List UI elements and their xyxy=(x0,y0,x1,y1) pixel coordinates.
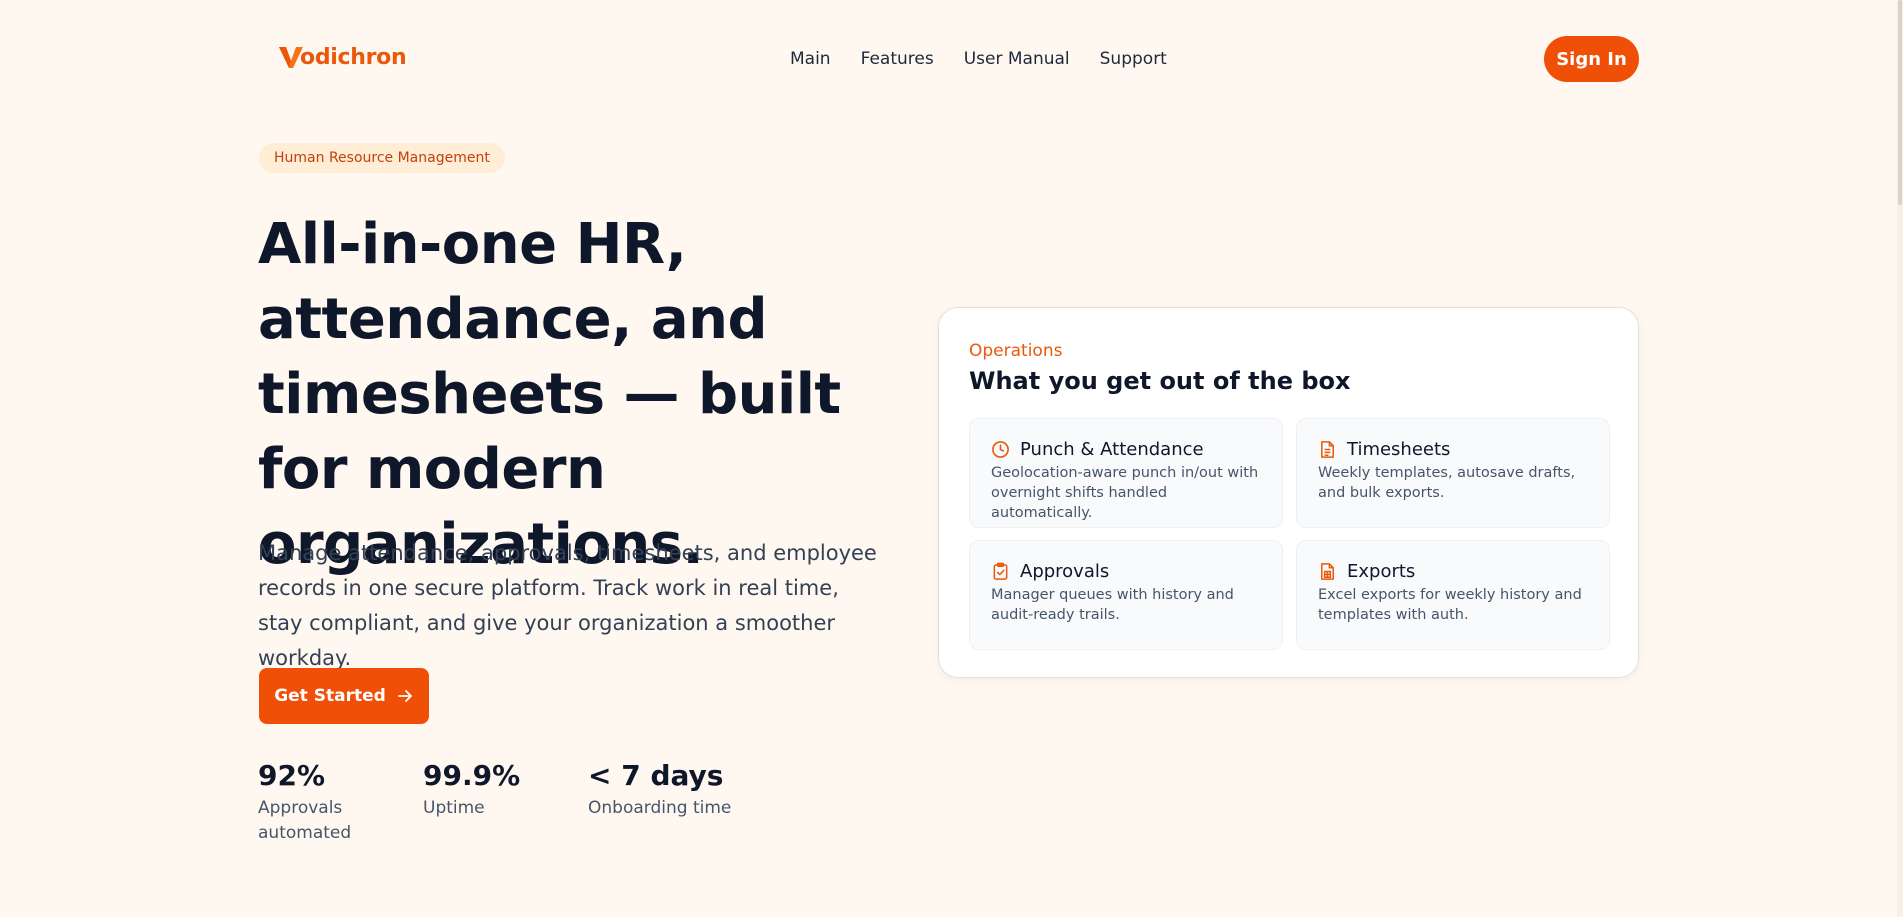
feature-description: Weekly templates, autosave drafts, and b… xyxy=(1318,465,1576,501)
feature-description: Manager queues with history and audit-re… xyxy=(991,587,1234,623)
brand-name: odichron xyxy=(300,44,407,70)
top-nav: Main Features User Manual Support xyxy=(790,49,1167,69)
stat-label: Uptime xyxy=(423,798,485,818)
landing-page: odichron Main Features User Manual Suppo… xyxy=(0,0,1903,917)
category-badge: Human Resource Management xyxy=(259,143,505,173)
hero-subtitle: Manage attendance, approvals, timesheets… xyxy=(258,541,877,670)
arrow-right-icon xyxy=(397,690,412,702)
feature-title: Approvals xyxy=(1020,561,1110,582)
nav-item-user-manual[interactable]: User Manual xyxy=(964,49,1070,69)
feature-title: Exports xyxy=(1347,561,1416,582)
stat-label: Approvals automated xyxy=(258,798,352,843)
feature-exports: Exports Excel exports for weekly history… xyxy=(1296,540,1610,650)
hero-title: All-in-one HR, attendance, and timesheet… xyxy=(258,212,841,577)
feature-punch-attendance: Punch & Attendance Geolocation-aware pun… xyxy=(969,418,1283,528)
card-eyebrow: Operations xyxy=(969,341,1063,361)
brand-logo[interactable]: odichron xyxy=(278,44,407,70)
feature-approvals: Approvals Manager queues with history an… xyxy=(969,540,1283,650)
stat-onboarding: < 7 days Onboarding time xyxy=(588,758,788,821)
feature-title: Punch & Attendance xyxy=(1020,439,1204,460)
clipboard-check-icon xyxy=(993,562,1008,580)
stat-value: 92% xyxy=(258,759,326,792)
nav-item-support[interactable]: Support xyxy=(1100,49,1167,69)
feature-title: Timesheets xyxy=(1347,439,1451,460)
clock-icon xyxy=(992,441,1009,458)
features-card: Operations What you get out of the box P… xyxy=(938,307,1639,678)
feature-timesheets: Timesheets Weekly templates, autosave dr… xyxy=(1296,418,1610,528)
feature-description: Geolocation-aware punch in/out with over… xyxy=(991,465,1259,521)
stat-uptime: 99.9% Uptime xyxy=(423,758,553,821)
get-started-button[interactable]: Get Started xyxy=(259,668,429,724)
sign-in-button[interactable]: Sign In xyxy=(1544,36,1639,82)
nav-item-main[interactable]: Main xyxy=(790,49,831,69)
page-scrollbar[interactable] xyxy=(1897,0,1903,917)
scrollbar-thumb[interactable] xyxy=(1898,0,1902,205)
stat-value: 99.9% xyxy=(423,759,521,792)
nav-item-features[interactable]: Features xyxy=(861,49,934,69)
feature-description: Excel exports for weekly history and tem… xyxy=(1318,587,1582,623)
stat-label: Onboarding time xyxy=(588,798,732,818)
spreadsheet-icon xyxy=(1321,563,1334,580)
document-icon xyxy=(1321,441,1334,458)
stat-approvals: 92% Approvals automated xyxy=(258,758,368,846)
stat-value: < 7 days xyxy=(588,759,724,792)
get-started-label: Get Started xyxy=(274,686,386,706)
card-title: What you get out of the box xyxy=(969,367,1351,395)
